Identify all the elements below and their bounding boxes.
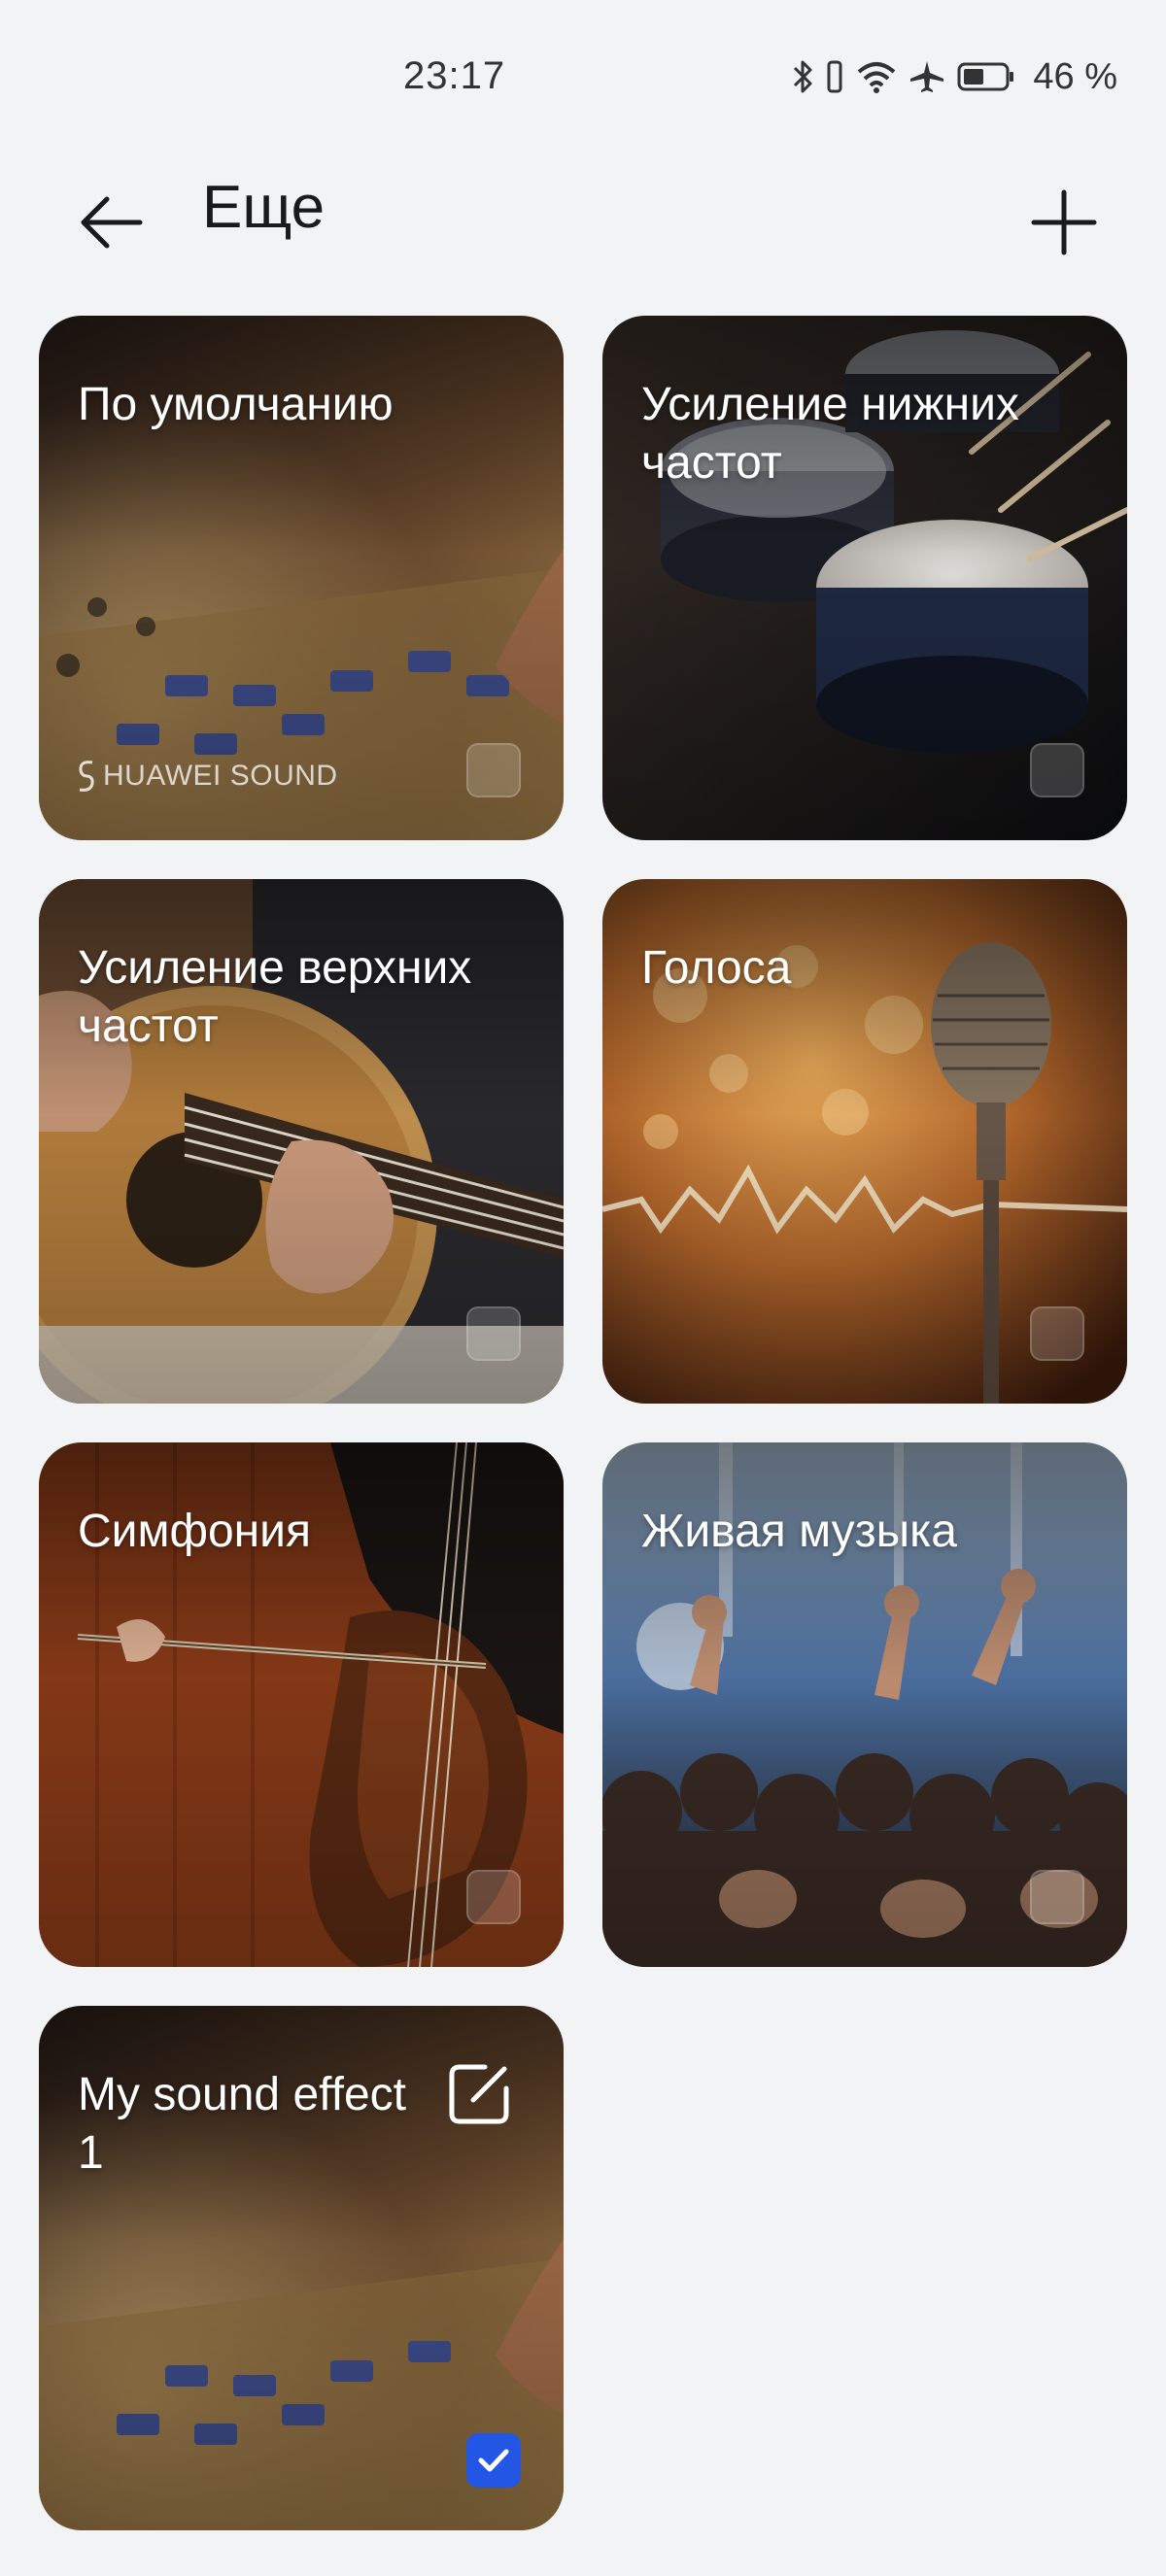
add-button[interactable] bbox=[1020, 179, 1108, 266]
page-title: Еще bbox=[202, 174, 326, 241]
effect-card-voices[interactable]: Голоса bbox=[602, 879, 1127, 1404]
page-header: Еще bbox=[0, 165, 1166, 272]
airplane-icon bbox=[909, 59, 945, 94]
brand-label: HUAWEI SOUND bbox=[103, 760, 338, 792]
battery-icon bbox=[957, 60, 1015, 93]
select-checkbox[interactable] bbox=[466, 2433, 521, 2488]
select-checkbox[interactable] bbox=[466, 1870, 521, 1924]
back-button[interactable] bbox=[68, 179, 155, 266]
huawei-sound-logo: HUAWEI SOUND bbox=[76, 757, 338, 796]
arrow-left-icon bbox=[81, 196, 143, 249]
card-title: Симфония bbox=[78, 1506, 311, 1557]
status-bar: 23:17 46 % bbox=[0, 0, 1166, 155]
battery-percent: 46 % bbox=[1033, 55, 1117, 97]
edit-button[interactable] bbox=[445, 2060, 513, 2128]
wifi-icon bbox=[856, 59, 897, 94]
status-time: 23:17 bbox=[403, 54, 506, 97]
effect-card-treble[interactable]: Усиление верхних частот bbox=[39, 879, 564, 1404]
status-icons: 46 % bbox=[792, 54, 1117, 99]
checkmark-icon bbox=[478, 2449, 509, 2472]
card-title: My sound effect 1 bbox=[78, 2069, 406, 2179]
effect-card-live-music[interactable]: Живая музыка bbox=[602, 1442, 1127, 1967]
vibrate-icon bbox=[825, 59, 844, 94]
card-title: Усиление нижних частот bbox=[641, 379, 1019, 489]
select-checkbox[interactable] bbox=[466, 743, 521, 797]
select-checkbox[interactable] bbox=[466, 1306, 521, 1361]
plus-icon bbox=[1031, 189, 1097, 255]
card-title: Голоса bbox=[641, 942, 792, 994]
card-title: Живая музыка bbox=[641, 1506, 957, 1557]
bluetooth-icon bbox=[792, 59, 813, 94]
select-checkbox[interactable] bbox=[1030, 1870, 1084, 1924]
edit-icon bbox=[449, 2064, 509, 2124]
effect-card-default[interactable]: По умолчанию HUAWEI SOUND bbox=[39, 316, 564, 840]
card-title: Усиление верхних частот bbox=[78, 942, 472, 1052]
select-checkbox[interactable] bbox=[1030, 1306, 1084, 1361]
select-checkbox[interactable] bbox=[1030, 743, 1084, 797]
effect-card-bass[interactable]: Усиление нижних частот bbox=[602, 316, 1127, 840]
effect-card-custom[interactable]: My sound effect 1 bbox=[39, 2006, 564, 2530]
effect-card-symphony[interactable]: Симфония bbox=[39, 1442, 564, 1967]
huawei-sound-icon bbox=[79, 761, 94, 792]
card-title: По умолчанию bbox=[78, 379, 394, 430]
